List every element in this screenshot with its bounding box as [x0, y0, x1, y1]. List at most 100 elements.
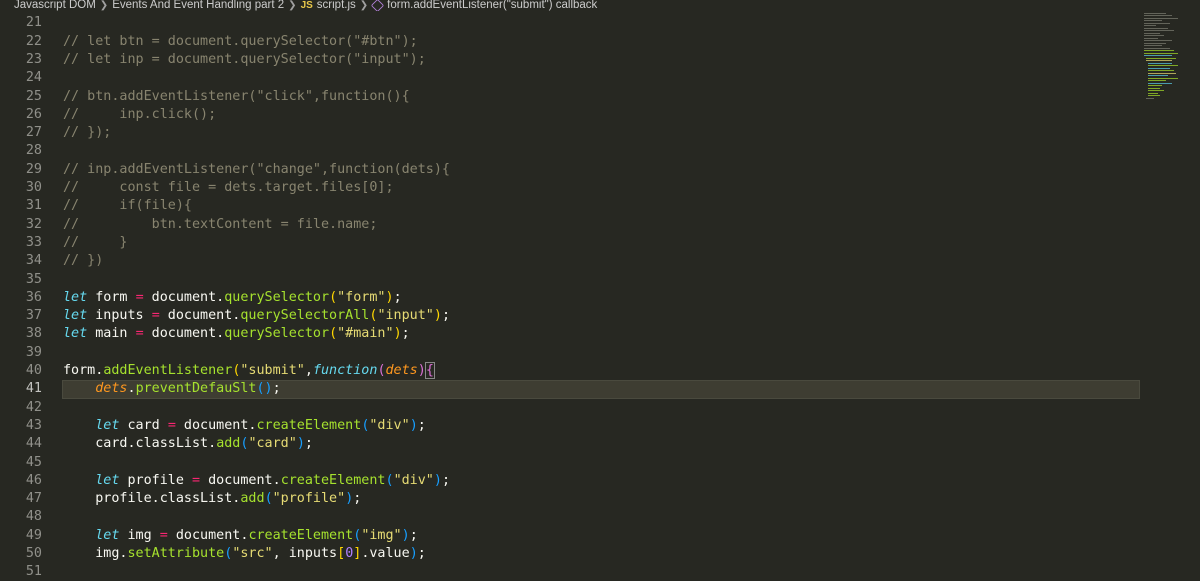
line-code: profile.classList.add("profile");: [63, 490, 361, 508]
code-line[interactable]: 31 // if(file){: [0, 197, 1200, 215]
code-token: ): [417, 363, 426, 378]
code-token: dets: [95, 381, 128, 397]
chevron-right-icon: ❯: [99, 0, 109, 11]
code-line[interactable]: 22 // let btn = document.querySelector("#…: [0, 33, 1200, 51]
code-line[interactable]: 33 // }: [0, 234, 1200, 252]
line-code: // });: [63, 124, 111, 142]
code-line[interactable]: 29 // inp.addEventListener("change",funct…: [0, 161, 1200, 179]
code-token: "src": [232, 546, 273, 561]
code-line[interactable]: 23 // let inp = document.querySelector("i…: [0, 51, 1200, 69]
code-line[interactable]: 21: [0, 14, 1200, 32]
code-line[interactable]: 27 // });: [0, 124, 1200, 142]
code-token: .: [127, 381, 136, 397]
code-token: let: [63, 289, 88, 305]
code-token: img: [119, 527, 160, 543]
code-token: (: [329, 289, 338, 305]
minimap-line: [1146, 57, 1176, 59]
code-token: setAttribute: [127, 546, 225, 561]
code-token: =: [135, 326, 144, 342]
line-number: 27: [25, 125, 42, 141]
minimap-line: [1144, 50, 1174, 52]
code-token: let: [95, 527, 120, 543]
code-line[interactable]: 26 // inp.click();: [0, 106, 1200, 124]
code-token: let: [95, 472, 120, 488]
code-token: =: [159, 527, 168, 543]
code-line[interactable]: 47 profile.classList.add("profile");: [0, 490, 1200, 508]
minimap-line: [1148, 85, 1162, 87]
line-number: 35: [25, 271, 42, 287]
code-token: addEventListener: [103, 363, 233, 378]
line-code: // let inp = document.querySelector("inp…: [63, 51, 426, 69]
breadcrumb-folder[interactable]: Javascript DOM: [0, 0, 96, 11]
code-line[interactable]: 48: [0, 508, 1200, 526]
code-line[interactable]: 34 // }): [0, 252, 1200, 270]
code-line[interactable]: 36 let form = document.querySelector("for…: [0, 289, 1200, 307]
line-code: img.setAttribute("src", inputs[0].value)…: [63, 545, 426, 563]
breadcrumb-symbol[interactable]: form.addEventListener("submit") callback: [387, 0, 597, 11]
minimap-line: [1144, 20, 1162, 22]
code-line[interactable]: 49 let img = document.createElement("img…: [0, 527, 1200, 545]
code-line[interactable]: 45: [0, 454, 1200, 472]
minimap-line: [1144, 15, 1172, 17]
code-line[interactable]: 44 card.classList.add("card");: [0, 435, 1200, 453]
code-line[interactable]: 35: [0, 271, 1200, 289]
line-number: 26: [25, 106, 42, 122]
minimap-line: [1148, 87, 1160, 89]
minimap-line: [1148, 90, 1164, 92]
breadcrumb-file[interactable]: script.js: [317, 0, 356, 11]
minimap-line: [1148, 92, 1158, 94]
code-token: document.: [200, 472, 281, 488]
code-token: createElement: [256, 417, 362, 433]
line-code: let img = document.createElement("img");: [63, 527, 418, 545]
line-number: 37: [25, 308, 42, 324]
code-line[interactable]: 39: [0, 344, 1200, 362]
code-token: // });: [63, 125, 112, 141]
code-line[interactable]: 51: [0, 563, 1200, 581]
minimap-line: [1144, 55, 1172, 57]
breadcrumb-subfolder[interactable]: Events And Event Handling part 2: [112, 0, 284, 11]
minimap-line: [1144, 30, 1174, 32]
minimap-line: [1148, 82, 1172, 84]
code-token: ;: [272, 381, 281, 397]
code-token: ): [433, 308, 442, 324]
code-token: .value: [361, 546, 410, 561]
code-line[interactable]: 30 // const file = dets.target.files[0];: [0, 179, 1200, 197]
code-token: ;: [304, 436, 313, 452]
code-token: preventDefauSlt: [135, 381, 257, 397]
line-number: 51: [25, 564, 42, 580]
code-line[interactable]: 46 let profile = document.createElement(…: [0, 472, 1200, 490]
code-token: ): [385, 289, 394, 305]
method-cube-icon: [371, 0, 385, 11]
line-number: 45: [25, 454, 42, 470]
code-token: // let btn = document.querySelector("#bt…: [63, 33, 418, 49]
minimap[interactable]: [1144, 10, 1186, 104]
line-number: 40: [25, 363, 42, 378]
code-line[interactable]: 43 let card = document.createElement("di…: [0, 417, 1200, 435]
code-token: ;: [401, 326, 410, 342]
code-line[interactable]: 37 let inputs = document.querySelectorAll…: [0, 307, 1200, 325]
minimap-line: [1144, 37, 1158, 39]
code-line[interactable]: 38 let main = document.querySelector("#ma…: [0, 325, 1200, 343]
code-token: (: [377, 363, 386, 378]
code-line[interactable]: 50 img.setAttribute("src", inputs[0].val…: [0, 545, 1200, 563]
code-token: ;: [441, 308, 450, 324]
minimap-line: [1144, 25, 1156, 27]
code-line[interactable]: 40 form.addEventListener ("submit",functio…: [0, 362, 1200, 380]
code-token: document.: [143, 326, 225, 342]
code-token: ,: [304, 363, 313, 378]
code-token: createElement: [248, 527, 354, 543]
code-line[interactable]: 41 dets.preventDefauSlt();: [0, 380, 1200, 399]
code-line[interactable]: 24: [0, 69, 1200, 87]
code-line[interactable]: 42: [0, 399, 1200, 417]
code-token: (: [264, 491, 273, 507]
code-line[interactable]: 28: [0, 142, 1200, 160]
code-token: [: [337, 546, 346, 561]
line-number: 48: [25, 509, 42, 525]
code-line[interactable]: 25 // btn.addEventListener("click",functi…: [0, 88, 1200, 106]
line-number: 43: [25, 417, 42, 433]
code-token: "card": [248, 436, 297, 452]
line-code: // btn.textContent = file.name;: [63, 216, 377, 234]
code-editor[interactable]: 202122// let btn = document.querySelecto…: [0, 0, 1200, 581]
code-line[interactable]: 32 // btn.textContent = file.name;: [0, 216, 1200, 234]
code-token: document.: [159, 308, 241, 324]
